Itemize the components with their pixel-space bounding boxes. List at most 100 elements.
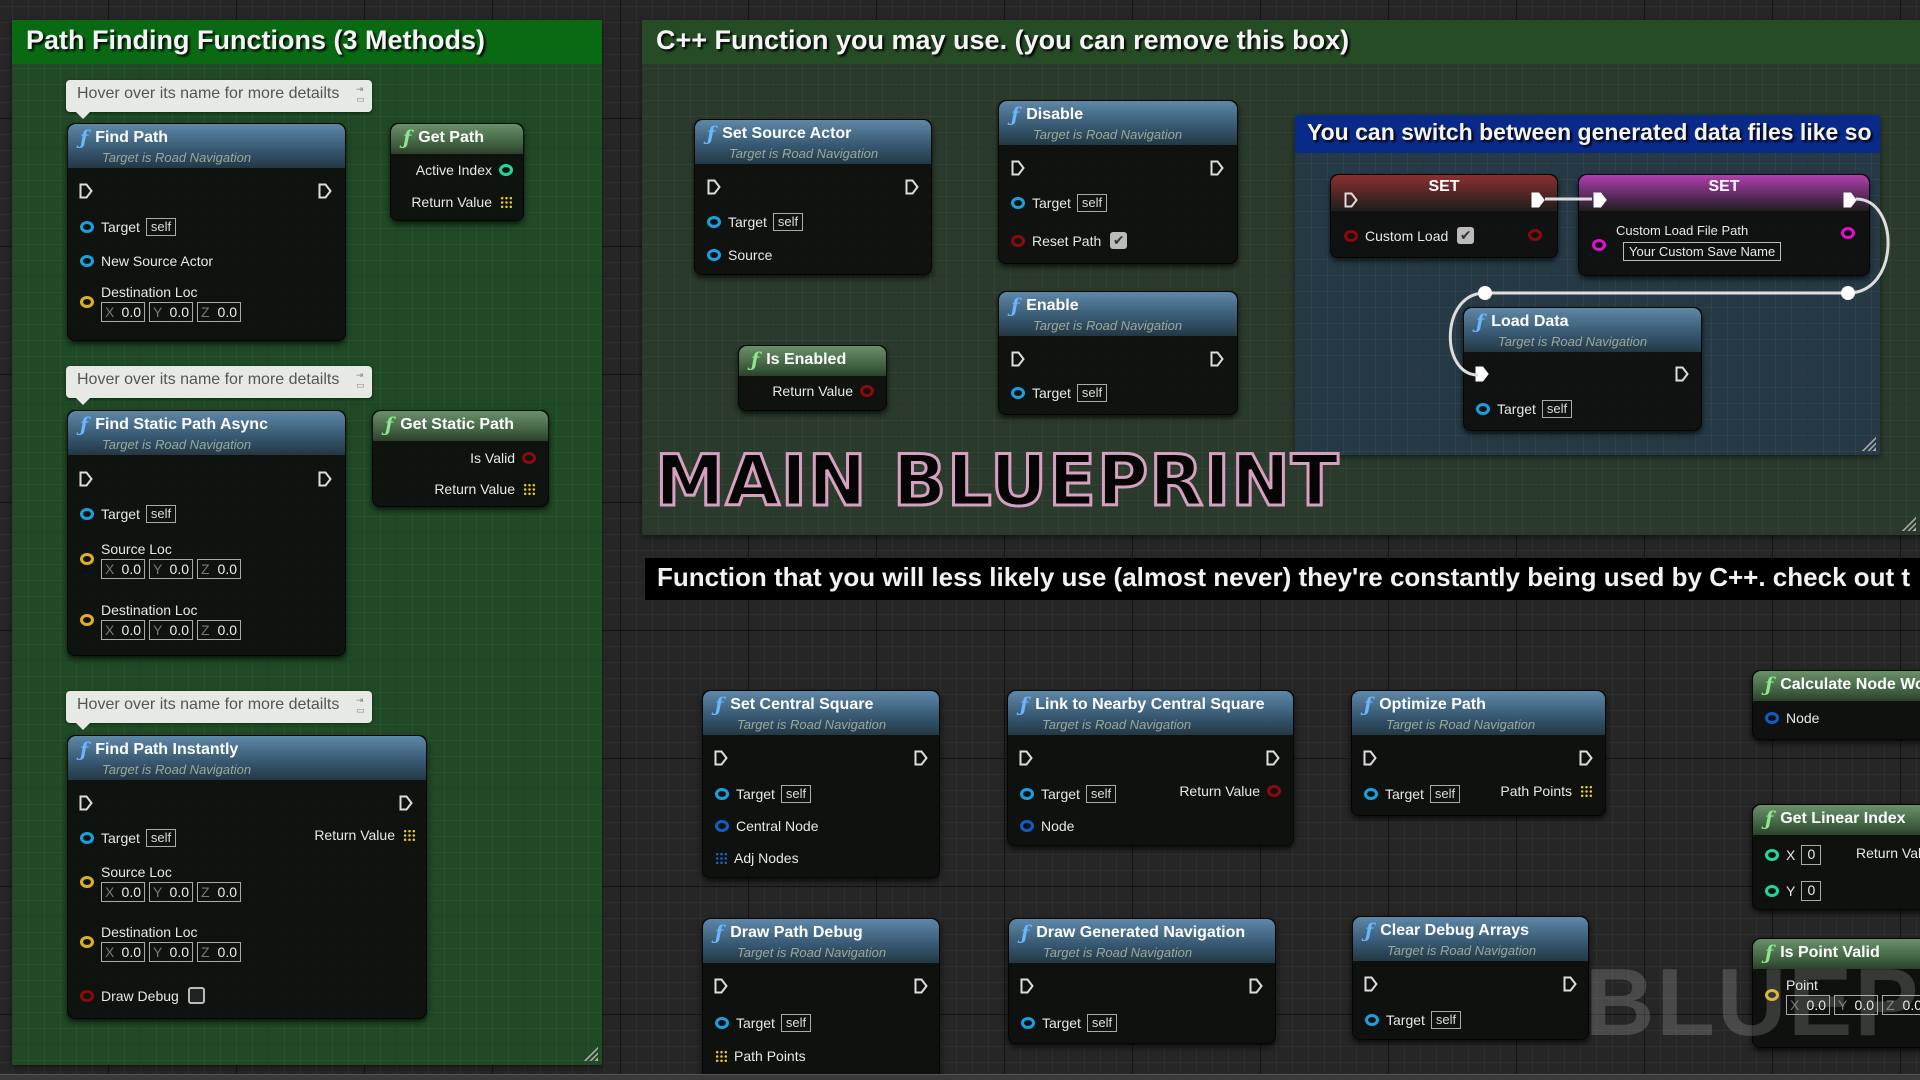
self-field[interactable]: self: [780, 1014, 812, 1032]
self-field[interactable]: self: [145, 505, 177, 523]
vector-pin-icon[interactable]: [80, 296, 94, 308]
comment-title[interactable]: Path Finding Functions (3 Methods): [12, 20, 602, 64]
object-pin-icon[interactable]: [1011, 197, 1025, 209]
node-optimize-path[interactable]: ƒ Optimize Path Target is Road Navigation …: [1351, 690, 1606, 816]
array-pin-icon[interactable]: [500, 195, 513, 209]
object-pin-icon[interactable]: [1365, 1014, 1379, 1026]
save-name-input[interactable]: Your Custom Save Name: [1623, 242, 1782, 261]
node-is-enabled[interactable]: ƒ Is Enabled Return Value: [738, 345, 887, 411]
x-input[interactable]: 0: [1801, 845, 1822, 865]
int-pin-icon[interactable]: [1765, 885, 1779, 897]
exec-in-pin-icon[interactable]: [1020, 978, 1034, 994]
array-pin-icon[interactable]: [1580, 784, 1593, 798]
exec-in-pin-icon[interactable]: [707, 179, 721, 195]
node-draw-path-debug[interactable]: ƒ Draw Path Debug Target is Road Navigatio…: [702, 918, 940, 1080]
vector-pin-icon[interactable]: [80, 876, 94, 888]
y-field[interactable]: Y 0.0: [149, 942, 193, 962]
object-pin-icon[interactable]: [707, 216, 721, 228]
self-field[interactable]: self: [1086, 1014, 1118, 1032]
resize-handle-icon[interactable]: [1900, 515, 1916, 531]
draw-debug-checkbox[interactable]: [187, 987, 205, 1004]
self-field[interactable]: self: [780, 785, 812, 803]
node-set-central-square[interactable]: ƒ Set Central Square Target is Road Naviga…: [702, 690, 940, 878]
exec-out-pin-icon[interactable]: [399, 795, 413, 811]
resize-handle-icon[interactable]: [1860, 435, 1876, 451]
exec-out-pin-icon[interactable]: [1531, 192, 1545, 208]
object-pin-icon[interactable]: [1020, 820, 1034, 832]
exec-out-pin-icon[interactable]: [914, 750, 928, 766]
bool-pin-icon[interactable]: [80, 989, 94, 1002]
object-pin-icon[interactable]: [80, 221, 94, 233]
node-find-static-path-async[interactable]: ƒ Find Static Path Async Target is Road Na…: [67, 410, 346, 656]
object-pin-icon[interactable]: [715, 1017, 729, 1029]
string-pin-icon[interactable]: [1592, 239, 1606, 251]
y-field[interactable]: Y 0.0: [149, 302, 193, 322]
reset-path-checkbox[interactable]: ✔: [1110, 232, 1128, 249]
exec-in-pin-icon[interactable]: [714, 750, 728, 766]
int-pin-icon[interactable]: [499, 164, 513, 176]
node-get-static-path[interactable]: ƒ Get Static Path Is Valid Return Value: [372, 410, 549, 507]
x-field[interactable]: X 0.0: [101, 620, 145, 640]
object-pin-icon[interactable]: [80, 508, 94, 520]
x-field[interactable]: X 0.0: [101, 882, 145, 902]
node-draw-generated-navigation[interactable]: ƒ Draw Generated Navigation Target is Road…: [1008, 918, 1276, 1044]
exec-out-pin-icon[interactable]: [914, 978, 928, 994]
exec-out-pin-icon[interactable]: [1210, 160, 1224, 176]
node-disable[interactable]: ƒ Disable Target is Road Navigation Target…: [998, 100, 1238, 264]
comment-bubble[interactable]: Hover over its name for more detailts ⇥ ▭: [66, 80, 372, 119]
comment-bubble[interactable]: Hover over its name for more detailts ⇥ ▭: [66, 366, 372, 405]
exec-out-pin-icon[interactable]: [905, 179, 919, 195]
exec-in-pin-icon[interactable]: [1019, 750, 1033, 766]
self-field[interactable]: self: [1541, 400, 1573, 418]
exec-out-pin-icon[interactable]: [1843, 192, 1857, 208]
array-pin-icon[interactable]: [715, 1049, 728, 1063]
blueprint-graph-canvas[interactable]: Path Finding Functions (3 Methods) C++ F…: [0, 0, 1920, 1080]
object-pin-icon[interactable]: [715, 820, 729, 832]
z-field[interactable]: Z 0.0: [197, 302, 241, 322]
z-field[interactable]: Z 0.0: [197, 620, 241, 640]
object-pin-icon[interactable]: [1011, 387, 1025, 399]
bool-output-pin-icon[interactable]: [1528, 229, 1542, 241]
object-pin-icon[interactable]: [1020, 788, 1034, 800]
exec-in-pin-icon[interactable]: [714, 978, 728, 994]
string-output-pin-icon[interactable]: [1841, 227, 1855, 239]
exec-out-pin-icon[interactable]: [1579, 750, 1593, 766]
bool-pin-icon[interactable]: [1344, 229, 1358, 242]
array-pin-icon[interactable]: [523, 482, 536, 496]
pin-icon[interactable]: ⇥ ▭: [356, 84, 366, 106]
object-pin-icon[interactable]: [1364, 788, 1378, 800]
self-field[interactable]: self: [1076, 194, 1108, 212]
bool-pin-icon[interactable]: [860, 385, 874, 397]
exec-out-pin-icon[interactable]: [1675, 366, 1689, 382]
comment-title[interactable]: You can switch between generated data fi…: [1295, 115, 1880, 153]
z-field[interactable]: Z 0.0: [197, 559, 241, 579]
self-field[interactable]: self: [145, 218, 177, 236]
exec-in-pin-icon[interactable]: [79, 795, 93, 811]
pin-icon[interactable]: ⇥ ▭: [356, 695, 366, 717]
bool-pin-icon[interactable]: [522, 452, 536, 464]
y-field[interactable]: Y 0.0: [149, 559, 193, 579]
comment-bubble[interactable]: Hover over its name for more detailts ⇥ ▭: [66, 691, 372, 730]
exec-out-pin-icon[interactable]: [318, 471, 332, 487]
exec-out-pin-icon[interactable]: [318, 183, 332, 199]
y-field[interactable]: Y 0.0: [149, 620, 193, 640]
object-pin-icon[interactable]: [80, 255, 94, 267]
node-link-to-nearby-central-square[interactable]: ƒ Link to Nearby Central Square Target is …: [1007, 690, 1294, 846]
self-field[interactable]: self: [1076, 384, 1108, 402]
self-field[interactable]: self: [772, 213, 804, 231]
node-find-path[interactable]: ƒ Find Path Target is Road Navigation Targ…: [67, 123, 346, 341]
node-find-path-instantly[interactable]: ƒ Find Path Instantly Target is Road Navig…: [67, 735, 427, 1019]
node-clear-debug-arrays[interactable]: ƒ Clear Debug Arrays Target is Road Naviga…: [1352, 916, 1589, 1040]
node-set-custom-load[interactable]: SET Custom Load ✔: [1330, 174, 1558, 258]
node-set-custom-load-file-path[interactable]: SET Custom Load File Path Your Custom Sa…: [1578, 174, 1870, 276]
node-calculate-node-world[interactable]: ƒ Calculate Node Wo Node: [1752, 670, 1920, 740]
exec-in-pin-icon[interactable]: [1364, 976, 1378, 992]
exec-in-pin-icon[interactable]: [1593, 192, 1607, 208]
self-field[interactable]: self: [145, 829, 177, 847]
exec-in-pin-icon[interactable]: [1475, 366, 1489, 382]
int-pin-icon[interactable]: [1765, 849, 1779, 861]
exec-in-pin-icon[interactable]: [1011, 160, 1025, 176]
pin-icon[interactable]: ⇥ ▭: [356, 370, 366, 392]
node-enable[interactable]: ƒ Enable Target is Road Navigation Target s…: [998, 291, 1238, 415]
vector-pin-icon[interactable]: [80, 936, 94, 948]
